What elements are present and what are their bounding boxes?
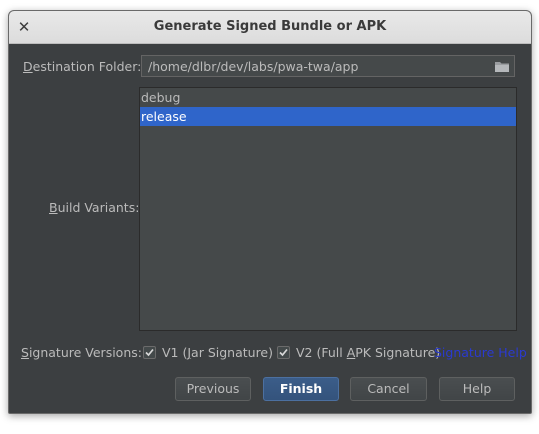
title-bar: Generate Signed Bundle or APK ✕ [9, 11, 531, 44]
variant-item-debug[interactable]: debug [140, 88, 516, 107]
v1-signature-checkbox[interactable] [143, 346, 156, 359]
checkmark-icon [145, 348, 154, 357]
help-button[interactable]: Help [439, 377, 515, 401]
destination-folder-value[interactable]: /home/dlbr/dev/labs/pwa-twa/app [148, 59, 358, 74]
signature-label-mnemonic: S [21, 345, 29, 360]
v2-signature-checkbox[interactable] [277, 346, 290, 359]
v1-label-post: ar Signature) [191, 345, 273, 360]
build-variants-text: uild Variants: [57, 200, 140, 215]
close-icon[interactable]: ✕ [15, 18, 33, 36]
v1-signature-label[interactable]: V1 (Jar Signature) [162, 345, 273, 360]
v2-label-post: PK Signature) [355, 345, 441, 360]
v2-label-pre: V2 (Full [296, 345, 347, 360]
build-variants-label: Build Variants: [49, 200, 139, 215]
variant-item-release[interactable]: release [140, 107, 516, 126]
v2-signature-label[interactable]: V2 (Full APK Signature) [296, 345, 440, 360]
generate-signed-bundle-dialog: Generate Signed Bundle or APK ✕ Destinat… [8, 10, 532, 414]
signature-help-link[interactable]: Signature Help [434, 345, 527, 360]
v2-label-mnemonic: A [346, 345, 356, 360]
destination-folder-field[interactable]: /home/dlbr/dev/labs/pwa-twa/app [141, 55, 515, 77]
cancel-button[interactable]: Cancel [350, 377, 427, 401]
previous-button[interactable]: Previous [175, 377, 251, 401]
build-variants-mnemonic: B [49, 200, 58, 215]
destination-label-text: estination Folder: [32, 59, 142, 74]
signature-versions-label: Signature Versions: [21, 345, 142, 360]
v1-label-pre: V1 ( [162, 345, 188, 360]
signature-label-text: ignature Versions: [28, 345, 142, 360]
destination-label-mnemonic: D [23, 59, 33, 74]
destination-folder-label: Destination Folder: [23, 59, 141, 74]
folder-icon[interactable] [494, 60, 510, 73]
finish-button[interactable]: Finish [263, 377, 339, 401]
checkmark-icon [279, 348, 288, 357]
dialog-title: Generate Signed Bundle or APK [153, 19, 387, 34]
build-variants-list[interactable]: debug release [139, 87, 517, 331]
